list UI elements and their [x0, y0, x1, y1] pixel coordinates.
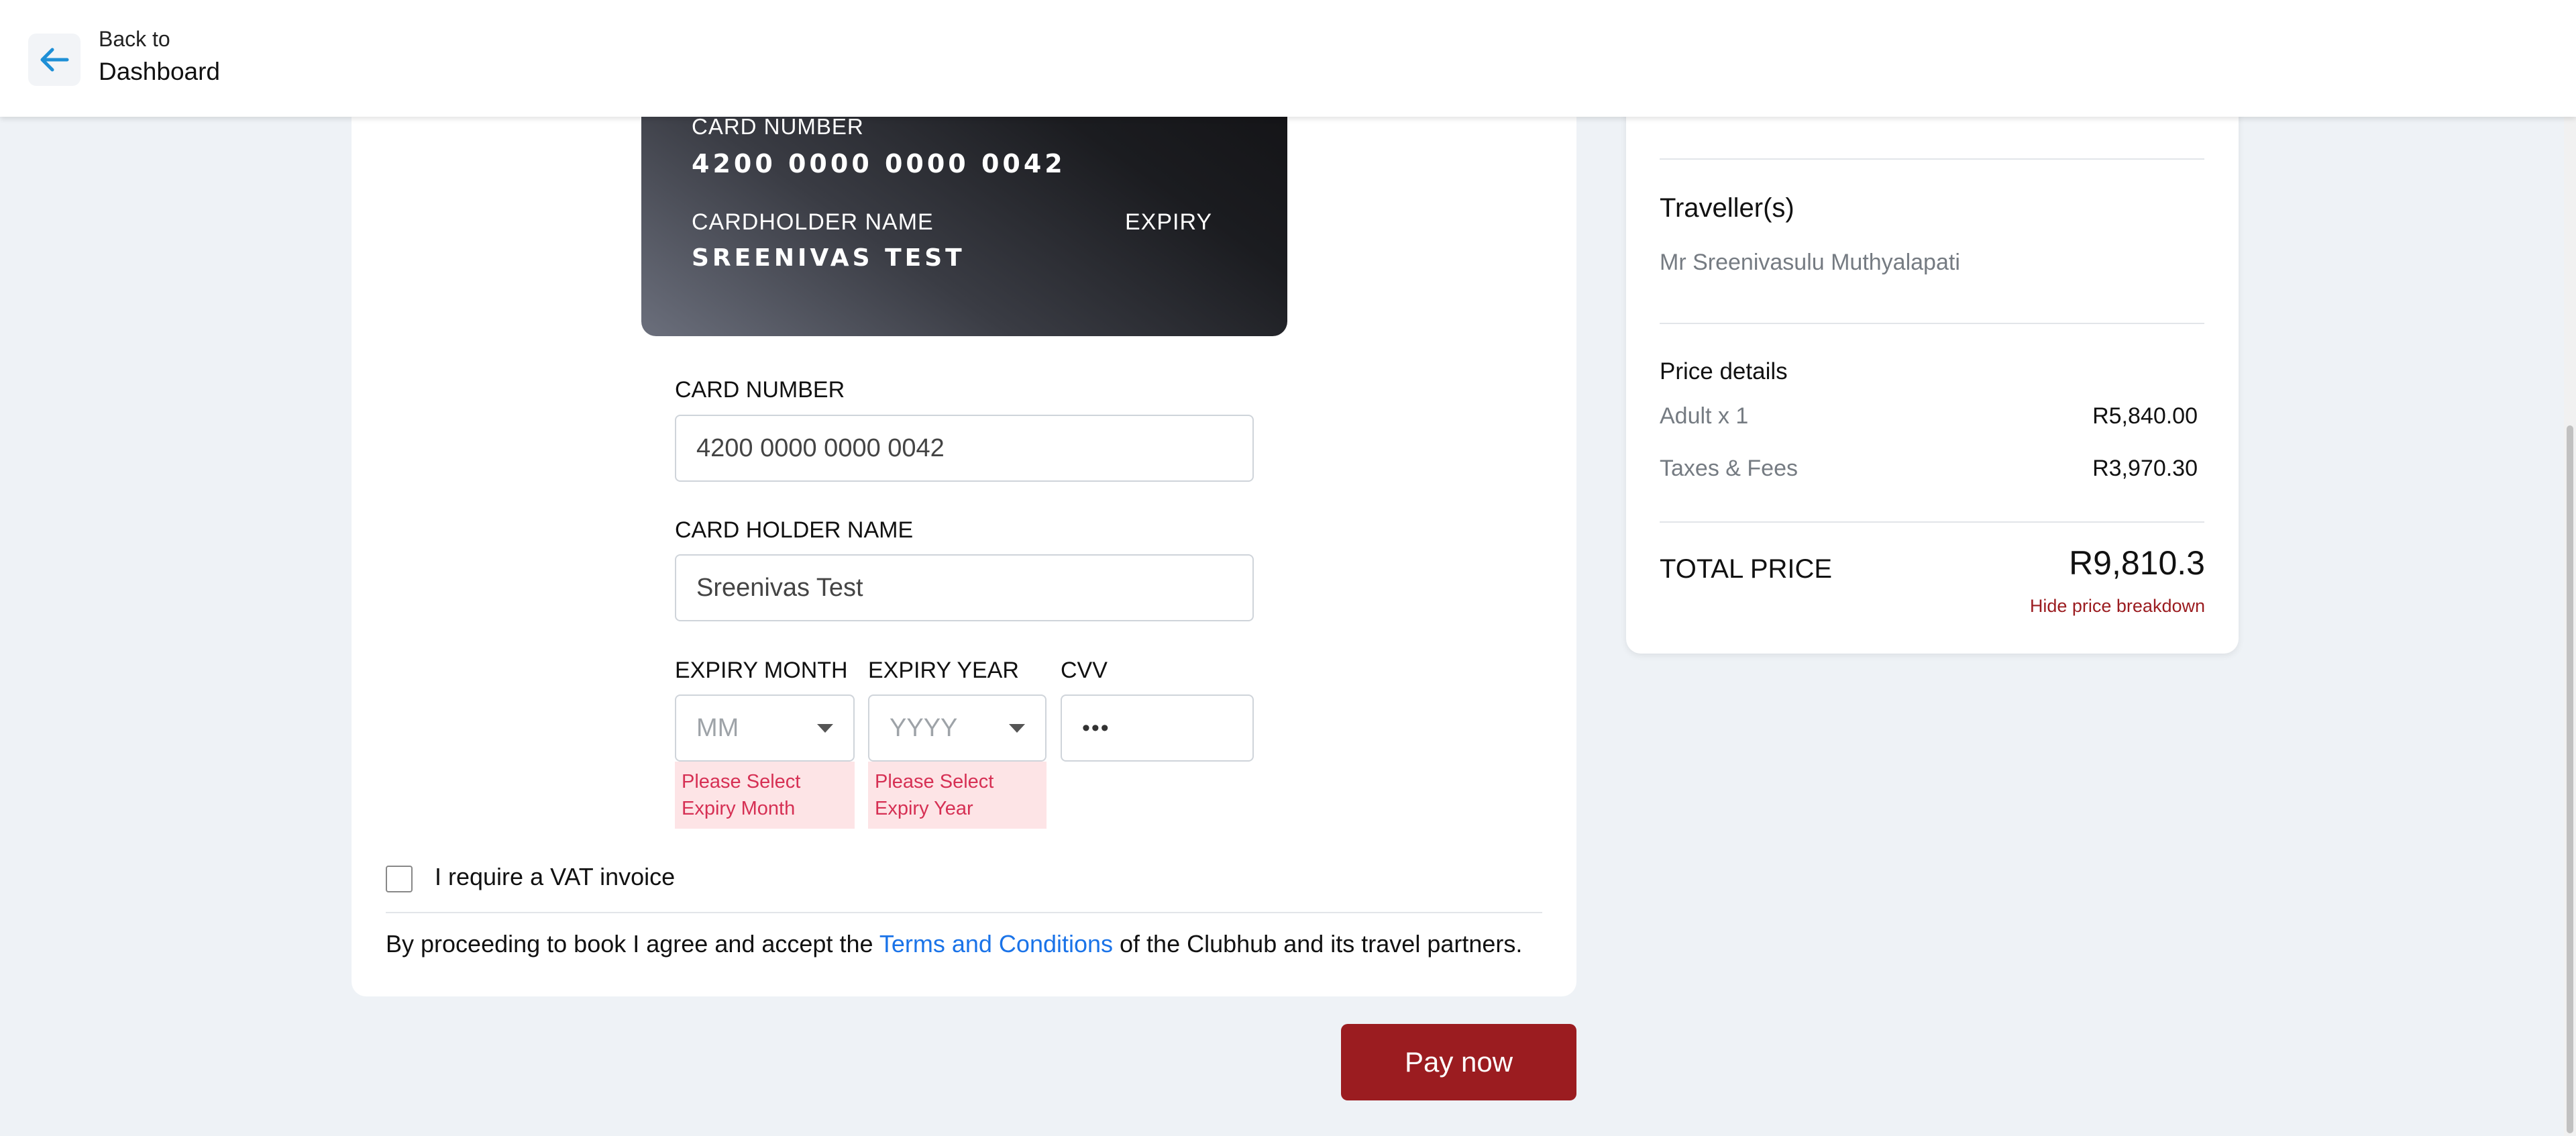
divider: [1660, 521, 2204, 523]
booking-summary: Traveller(s) Mr Sreenivasulu Muthyalapat…: [1626, 101, 2239, 654]
terms-suffix: of the Clubhub and its travel partners.: [1113, 930, 1523, 958]
expiry-year-select[interactable]: YYYY: [868, 694, 1046, 762]
travellers-heading: Traveller(s): [1660, 193, 1794, 223]
cvv-label: CVV: [1061, 658, 1108, 683]
expiry-year-error: Please Select Expiry Year: [868, 762, 1046, 829]
traveller-name: Mr Sreenivasulu Muthyalapati: [1660, 250, 1960, 275]
cvv-input[interactable]: •••: [1061, 694, 1254, 762]
cvv-value: •••: [1082, 715, 1110, 741]
pay-now-button[interactable]: Pay now: [1341, 1024, 1576, 1100]
card-number-input[interactable]: 4200 0000 0000 0042: [675, 415, 1254, 482]
price-line-value: R5,840.00: [2092, 403, 2198, 429]
price-details-heading: Price details: [1660, 358, 1788, 384]
expiry-month-placeholder: MM: [696, 713, 739, 742]
card-holder-label: CARD HOLDER NAME: [675, 517, 914, 543]
chevron-down-icon: [1009, 724, 1025, 733]
card-preview-holder-label: CARDHOLDER NAME: [692, 209, 934, 235]
top-header: Back to Dashboard: [0, 0, 2576, 117]
card-number-label: CARD NUMBER: [675, 377, 845, 403]
expiry-month-select[interactable]: MM: [675, 694, 855, 762]
page-scrollbar[interactable]: [2564, 117, 2576, 1136]
terms-link[interactable]: Terms and Conditions: [879, 930, 1113, 958]
expiry-month-label: EXPIRY MONTH: [675, 658, 848, 683]
terms-text: By proceeding to book I agree and accept…: [386, 930, 1522, 958]
chevron-down-icon: [817, 724, 833, 733]
divider: [1660, 323, 2204, 324]
back-button[interactable]: [28, 34, 80, 86]
card-preview-number-label: CARD NUMBER: [692, 114, 864, 139]
divider: [386, 912, 1542, 913]
card-holder-input[interactable]: Sreenivas Test: [675, 554, 1254, 621]
hide-price-breakdown-link[interactable]: Hide price breakdown: [2030, 596, 2205, 617]
price-line-value: R3,970.30: [2092, 456, 2198, 481]
divider: [1660, 158, 2204, 160]
total-price-value: R9,810.3: [2069, 544, 2205, 582]
price-line-label: Taxes & Fees: [1660, 456, 1798, 481]
back-destination-label[interactable]: Dashboard: [99, 58, 220, 86]
card-preview-expiry-label: EXPIRY: [1125, 209, 1213, 235]
card-preview: CARD NUMBER 4200 0000 0000 0042 CARDHOLD…: [641, 101, 1287, 336]
back-label[interactable]: Back to: [99, 27, 170, 52]
expiry-year-placeholder: YYYY: [890, 713, 958, 742]
card-holder-value: Sreenivas Test: [696, 573, 863, 602]
card-number-value: 4200 0000 0000 0042: [696, 433, 945, 462]
vat-invoice-checkbox[interactable]: [386, 866, 413, 892]
expiry-month-error: Please Select Expiry Month: [675, 762, 855, 829]
card-preview-holder: SREENIVAS TEST: [692, 244, 965, 272]
expiry-year-label: EXPIRY YEAR: [868, 658, 1019, 683]
card-preview-number: 4200 0000 0000 0042: [692, 149, 1066, 178]
vat-invoice-label[interactable]: I require a VAT invoice: [435, 863, 675, 891]
arrow-left-icon: [40, 48, 69, 72]
price-line-label: Adult x 1: [1660, 403, 1749, 429]
total-price-label: TOTAL PRICE: [1660, 554, 1833, 584]
terms-prefix: By proceeding to book I agree and accept…: [386, 930, 879, 958]
scrollbar-thumb[interactable]: [2567, 425, 2573, 1133]
